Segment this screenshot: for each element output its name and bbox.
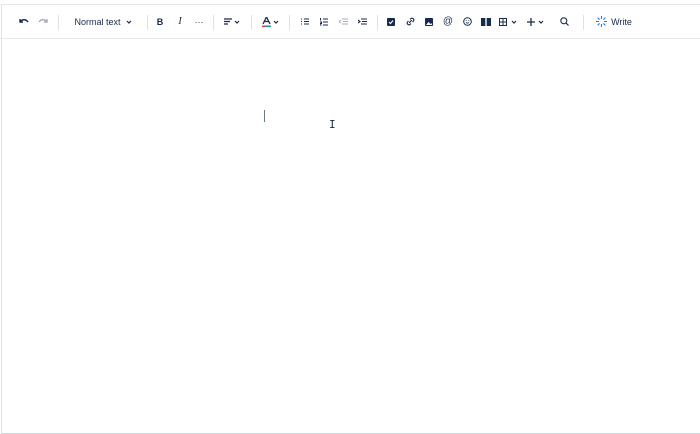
text-style-label: Normal text — [74, 16, 121, 27]
editor-content-area[interactable] — [2, 39, 700, 433]
task-button[interactable] — [385, 5, 397, 38]
divider — [289, 15, 290, 30]
numbered-list-button[interactable] — [318, 5, 330, 38]
write-label: Write — [611, 16, 632, 27]
bold-icon: B — [156, 16, 164, 27]
numbered-list-icon — [320, 17, 328, 25]
align-button[interactable] — [222, 5, 242, 38]
indent-icon — [357, 18, 367, 25]
text-style-dropdown[interactable]: Normal text — [70, 5, 136, 38]
divider — [377, 15, 378, 30]
italic-icon: I — [178, 16, 182, 27]
bold-button[interactable]: B — [154, 5, 166, 38]
text-cursor-icon: I — [329, 118, 336, 131]
search-icon — [559, 17, 569, 26]
link-button[interactable] — [404, 5, 416, 38]
link-icon — [406, 17, 414, 26]
redo-button[interactable] — [36, 5, 50, 38]
undo-icon — [19, 18, 29, 23]
indent-button[interactable] — [356, 5, 368, 38]
chevron-down-icon — [126, 20, 131, 24]
undo-button[interactable] — [17, 5, 31, 38]
more-icon: ··· — [194, 16, 204, 27]
emoji-button[interactable] — [461, 5, 473, 38]
table-icon — [499, 17, 507, 26]
insert-icon — [526, 17, 535, 26]
ai-write-icon — [596, 16, 608, 27]
outdent-icon — [338, 18, 348, 25]
search-button[interactable] — [558, 5, 570, 38]
image-icon — [425, 17, 433, 26]
redo-icon — [38, 18, 48, 23]
mention-button[interactable]: @ — [442, 5, 454, 38]
divider — [213, 15, 214, 30]
emoji-icon — [462, 17, 472, 26]
divider — [583, 15, 584, 30]
align-icon — [224, 18, 232, 25]
italic-button[interactable]: I — [174, 5, 186, 38]
chevron-down-icon — [234, 20, 240, 24]
more-formatting-button[interactable]: ··· — [193, 5, 205, 38]
text-color-icon — [261, 16, 271, 27]
divider — [58, 15, 59, 30]
image-button[interactable] — [423, 5, 435, 38]
table-button[interactable] — [497, 5, 519, 38]
layout-button[interactable] — [480, 5, 492, 38]
chevron-down-icon — [511, 20, 517, 24]
bullet-list-button[interactable] — [299, 5, 311, 38]
ai-write-button[interactable]: Write — [593, 5, 635, 38]
task-icon — [387, 17, 395, 26]
editor-toolbar: Normal text B I ··· @ Write — [0, 5, 700, 39]
layout-icon — [481, 17, 491, 26]
bullet-list-icon — [301, 18, 309, 25]
text-caret — [264, 110, 265, 122]
insert-button[interactable] — [524, 5, 546, 38]
text-color-button[interactable] — [260, 5, 280, 38]
outdent-button[interactable] — [337, 5, 349, 38]
chevron-down-icon — [538, 20, 543, 24]
chevron-down-icon — [273, 20, 278, 24]
divider — [251, 15, 252, 30]
mention-icon: @ — [442, 16, 454, 27]
divider — [147, 15, 148, 30]
